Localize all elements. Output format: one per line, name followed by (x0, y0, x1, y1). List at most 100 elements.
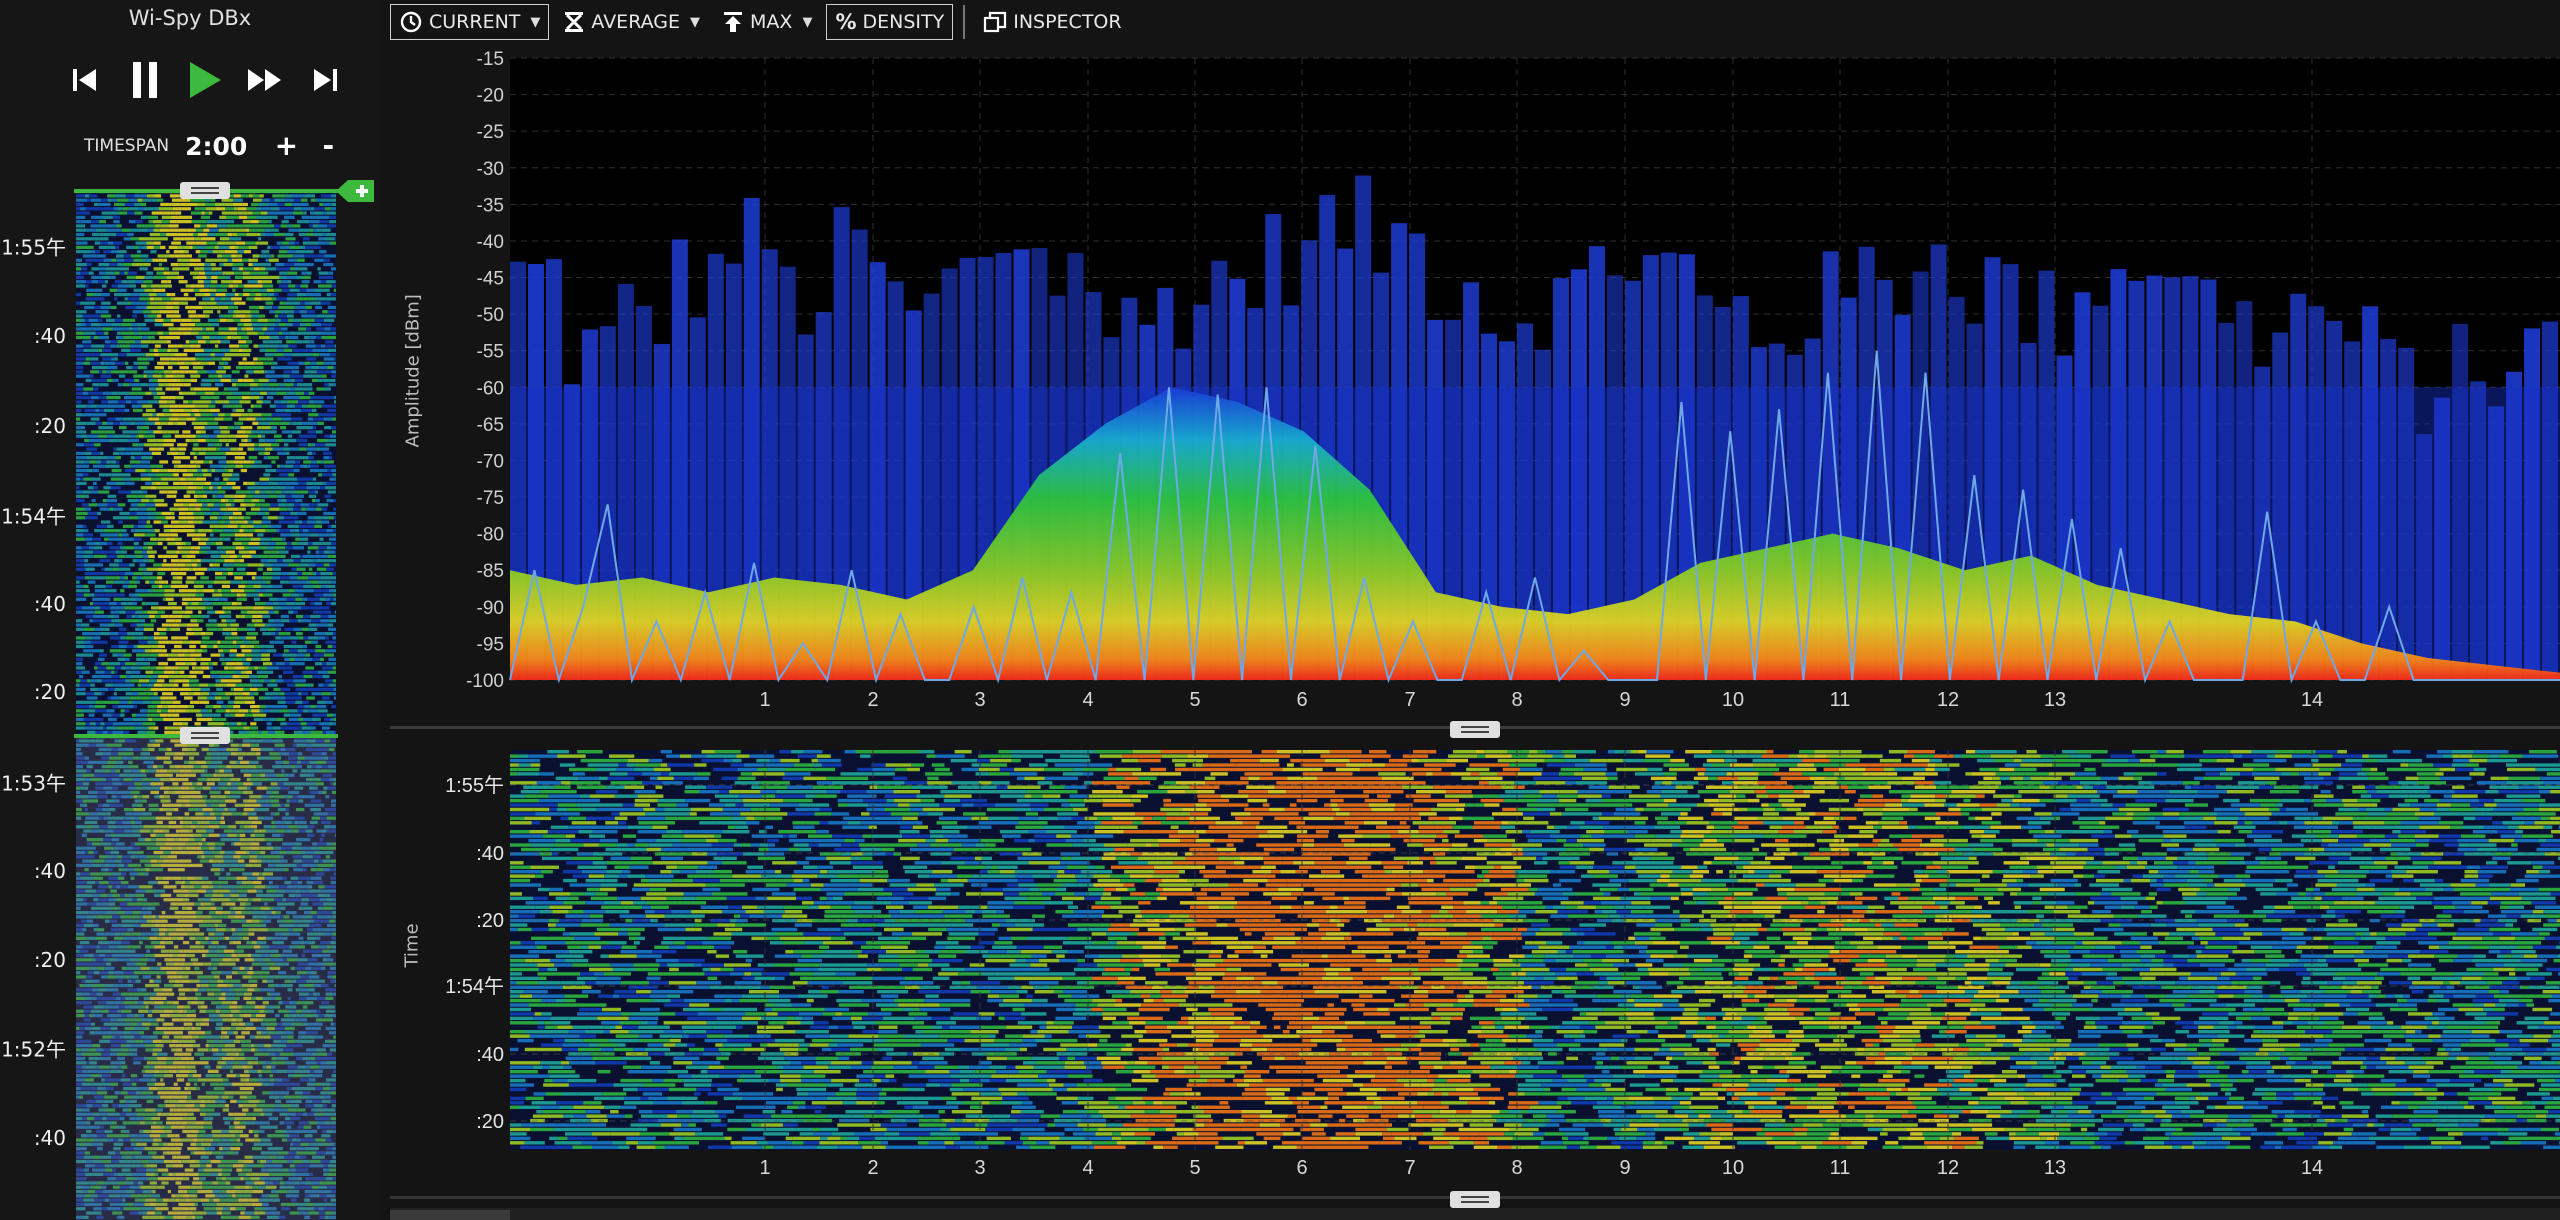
mini-waterfall-cell (267, 666, 275, 670)
mini-waterfall-cell (85, 378, 92, 383)
mini-waterfall-cell (329, 215, 336, 219)
mini-waterfall-cell (177, 529, 189, 533)
timespan-plus-button[interactable]: + (273, 132, 299, 160)
mini-waterfall-cell (80, 477, 84, 481)
mini-waterfall-cell (296, 490, 300, 494)
mini-waterfall-cell (122, 207, 129, 211)
mini-waterfall-cell (228, 640, 233, 644)
mini-waterfall-cell (289, 468, 294, 473)
mini-waterfall-cell (202, 713, 214, 717)
mini-waterfall-cell (129, 511, 137, 516)
mini-waterfall-cell (274, 310, 280, 314)
mini-waterfall-cell (156, 413, 165, 417)
mini-waterfall-cell (132, 717, 142, 722)
mini-waterfall-cell (218, 413, 225, 417)
mini-waterfall-cell (76, 421, 87, 425)
mini-waterfall-cell (304, 194, 312, 198)
fast-forward-button[interactable] (242, 55, 288, 105)
mini-waterfall-cell (91, 451, 101, 455)
mini-waterfall-cell (206, 241, 211, 245)
mini-waterfall-cell (76, 224, 86, 228)
mini-waterfall-cell (187, 232, 194, 237)
mini-waterfall-cell (192, 245, 197, 249)
timespan-minus-button[interactable]: - (315, 132, 341, 160)
mini-waterfall-cell (290, 378, 295, 383)
mini-waterfall-cell (167, 541, 176, 546)
mini-waterfall-cell (230, 679, 237, 683)
mini-waterfall-cell (224, 559, 235, 563)
mini-waterfall-cell (122, 293, 131, 297)
mini-waterfall-cell (158, 383, 166, 387)
mini-waterfall-cell (215, 679, 221, 683)
mini-waterfall-cell (308, 456, 314, 460)
mini-waterfall-cell (261, 413, 272, 417)
mini-waterfall-cell (102, 275, 111, 280)
mini-waterfall-cell (335, 490, 336, 494)
mini-waterfall-cell (275, 404, 287, 408)
mini-waterfall-cell (234, 421, 244, 425)
mini-waterfall-cell (287, 683, 296, 687)
mini-waterfall-cell (206, 301, 217, 305)
mini-waterfall-cell (171, 649, 182, 653)
mini-waterfall-cell (329, 241, 336, 245)
mini-waterfall-cell (297, 705, 305, 709)
mini-waterfall-cell (289, 657, 294, 661)
mini-waterfall-cell (202, 602, 213, 606)
mini-waterfall-cell (305, 666, 314, 670)
mini-waterfall-cell (199, 700, 210, 704)
mini-waterfall-cell (235, 683, 244, 687)
mini-waterfall-cell (319, 250, 327, 254)
mini-waterfall-cell (302, 597, 308, 601)
mini-waterfall-cell (332, 644, 336, 649)
skip-forward-button[interactable] (302, 55, 348, 105)
mini-waterfall-cell (102, 207, 114, 211)
mini-waterfall-cell (134, 451, 142, 455)
mini-waterfall-cell (177, 378, 181, 383)
mini-waterfall-cell (181, 434, 186, 438)
mini-waterfall-cell (234, 456, 245, 460)
mini-waterfall-cell (227, 623, 231, 627)
mini-waterfall-cell (280, 426, 287, 430)
mini-waterfall-cell (124, 271, 128, 275)
mini-waterfall-cell (265, 705, 269, 709)
mini-waterfall-cell (175, 383, 184, 387)
mini-waterfall-cell (136, 559, 143, 563)
mini-waterfall-cell (81, 670, 90, 674)
mini-waterfall-cell (331, 426, 336, 430)
mini-waterfall-cell (235, 662, 243, 666)
mini-waterfall-cell (159, 310, 163, 314)
mini-waterfall-cell (179, 674, 190, 679)
mini-waterfall-cell (246, 632, 258, 636)
mini-waterfall-cell (311, 288, 315, 292)
mini-waterfall-cell (206, 627, 218, 631)
mini-waterfall-cell (107, 365, 118, 370)
mini-waterfall-cell (204, 293, 211, 297)
mini-waterfall-cell (189, 683, 200, 687)
mini-waterfall-cell (300, 284, 309, 288)
mini-waterfall-cell (285, 700, 292, 704)
mini-waterfall-cell (244, 666, 249, 670)
mini-waterfall-cell (226, 705, 234, 709)
mini-waterfall-cell (258, 593, 263, 597)
mini-waterfall-cell (101, 679, 112, 683)
mini-waterfall-cell (205, 202, 215, 207)
mini-waterfall-cell (254, 443, 259, 447)
mini-waterfall-cell (156, 447, 164, 451)
mini-waterfall-cell (320, 344, 326, 348)
mini-waterfall-cell (194, 284, 205, 288)
mini-waterfall-cell (94, 662, 102, 666)
mini-waterfall-cell (110, 610, 119, 614)
mini-waterfall-cell (225, 207, 231, 211)
play-button[interactable] (182, 55, 228, 105)
mini-waterfall-cell (177, 653, 185, 657)
mini-waterfall-cell (132, 559, 137, 563)
mini-waterfall-cell (84, 353, 91, 357)
mini-waterfall-cell (309, 468, 314, 473)
mini-waterfall-cell (146, 331, 158, 335)
mini-waterfall-cell (76, 666, 85, 670)
mini-waterfall-cell (249, 228, 257, 232)
mini-waterfall-cell (326, 353, 330, 357)
pause-button[interactable] (122, 55, 168, 105)
mini-waterfall-cell (105, 228, 117, 232)
skip-back-button[interactable] (62, 55, 108, 105)
